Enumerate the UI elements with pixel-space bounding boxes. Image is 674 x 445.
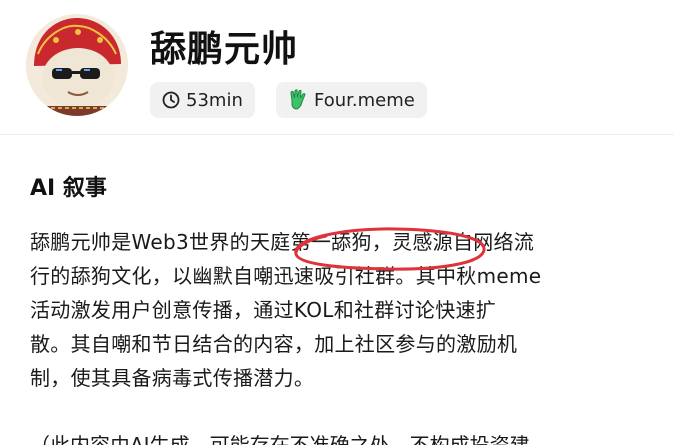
text-line: 制，使其具备病毒式传播潜力。	[30, 366, 315, 390]
text-line: 行的舔狗文化，以幽默自嘲迅速吸引社群。其中秋meme	[30, 264, 542, 288]
clock-icon	[162, 91, 180, 109]
avatar[interactable]	[26, 14, 128, 116]
page-title: 舔鹏元帅	[150, 29, 299, 70]
green-hand-icon	[290, 89, 306, 110]
time-chip-label: 53min	[186, 89, 243, 111]
divider	[0, 134, 674, 135]
token-detail-page: 舔鹏元帅 53min Four.meme AI 叙事 舔鹏元帅是Web3世界的天…	[0, 0, 674, 445]
narrative-text: 舔鹏元帅是Web3世界的天庭第一舔狗，灵感源自网络流 行的舔狗文化，以幽默自嘲迅…	[30, 225, 666, 395]
text-line: 散。其自嘲和节日结合的内容，加上社区参与的激励机	[30, 332, 518, 356]
lion-mascot-avatar-icon	[34, 18, 121, 116]
section-title: AI 叙事	[30, 176, 107, 201]
text-line: 舔鹏元帅是Web3世界的天庭第一舔狗，灵感源自网络流	[30, 225, 666, 259]
text-segment: 灵感源自网络流	[392, 230, 535, 254]
time-chip: 53min	[150, 82, 255, 118]
highlighted-text: 天庭第一舔狗，	[249, 230, 393, 254]
source-chip-label: Four.meme	[314, 89, 415, 111]
source-chip[interactable]: Four.meme	[276, 82, 427, 118]
text-segment: 舔鹏元帅是Web3世界的	[30, 230, 250, 254]
text-line: 活动激发用户创意传播，通过KOL和社群讨论快速扩	[30, 298, 497, 322]
disclaimer-text: （此内容由AI生成，可能存在不准确之处，不构成投资建	[30, 433, 530, 445]
